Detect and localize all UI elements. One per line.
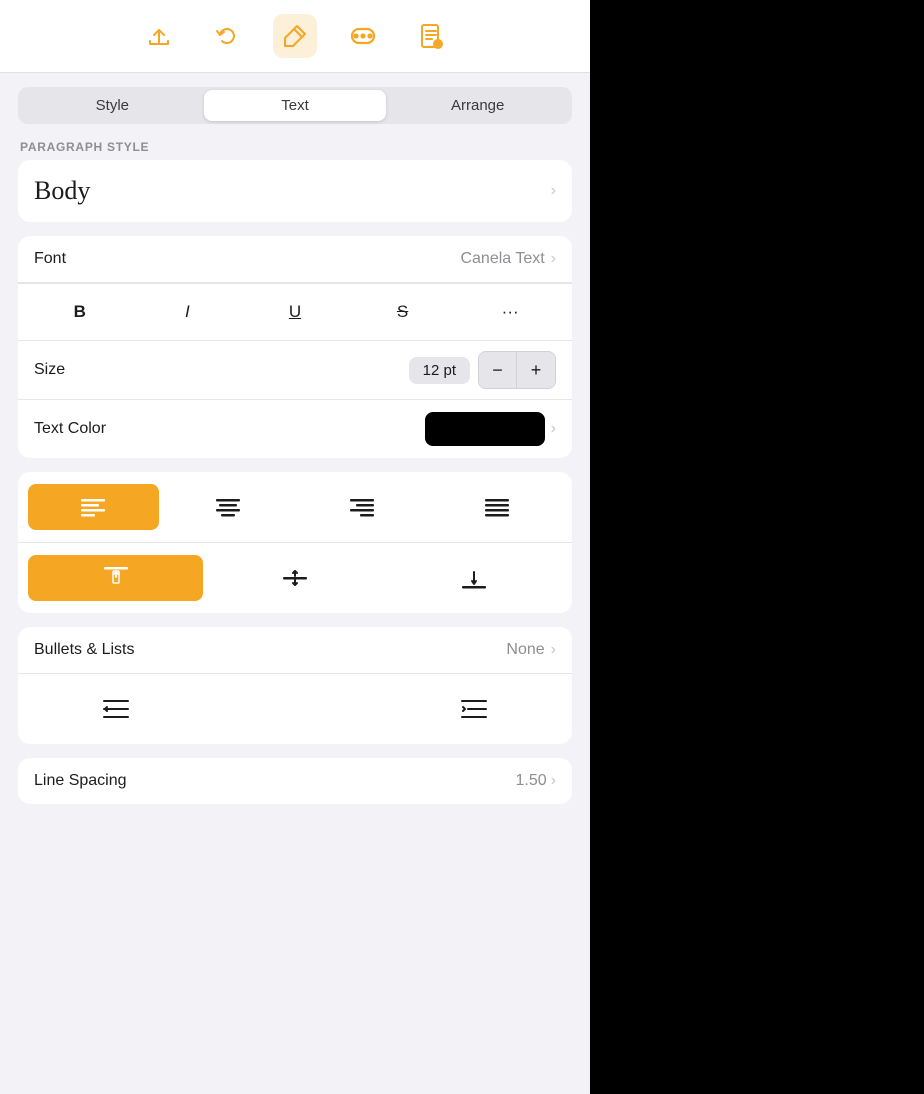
text-color-swatch[interactable] [425,412,545,446]
line-spacing-value: 1.50 [516,772,547,790]
right-panel [590,0,924,1094]
size-decrement[interactable]: − [479,352,517,388]
valign-middle-button[interactable] [207,555,382,601]
tab-arrange[interactable]: Arrange [386,90,569,121]
size-value: 12 pt [409,357,470,384]
text-color-row[interactable]: Text Color › [18,400,572,458]
size-row: Size 12 pt − + [18,341,572,400]
horizontal-alignment-row [18,472,572,543]
indent-spacer [205,686,384,732]
line-spacing-chevron: › [551,772,556,790]
bullets-chevron: › [551,641,556,659]
strikethrough-button[interactable]: S [383,294,423,330]
more-icon[interactable] [341,14,385,58]
font-value: Canela Text [460,250,544,268]
increase-indent-button[interactable] [385,686,564,732]
font-chevron: › [551,250,556,268]
line-spacing-card: Line Spacing 1.50 › [18,758,572,804]
text-color-label: Text Color [34,420,425,438]
bullets-value: None [506,641,544,659]
align-left-button[interactable] [28,484,159,530]
paragraph-style-row[interactable]: Body › [18,160,572,222]
font-row[interactable]: Font Canela Text › [18,236,572,283]
share-icon[interactable] [137,14,181,58]
size-label: Size [34,361,409,379]
underline-button[interactable]: U [275,294,315,330]
align-right-button[interactable] [297,484,428,530]
format-icon[interactable] [273,14,317,58]
bold-button[interactable]: B [60,294,100,330]
size-stepper: − + [478,351,556,389]
size-increment[interactable]: + [517,352,555,388]
format-buttons-row: B I U S ··· [18,283,572,341]
font-card: Font Canela Text › B I U S ··· Size 12 p… [18,236,572,458]
font-label: Font [34,250,460,268]
toolbar [0,0,590,73]
paragraph-style-chevron: › [551,182,556,200]
line-spacing-label: Line Spacing [34,772,516,790]
paragraph-style-label: PARAGRAPH STYLE [0,124,590,160]
more-format-button[interactable]: ··· [490,294,530,330]
align-center-button[interactable] [163,484,294,530]
text-color-chevron: › [551,420,556,438]
vertical-alignment-row [18,543,572,613]
bullets-label: Bullets & Lists [34,641,506,659]
decrease-indent-button[interactable] [26,686,205,732]
paragraph-style-value: Body [34,176,551,206]
bullets-card: Bullets & Lists None › [18,627,572,744]
tab-bar: Style Text Arrange [18,87,572,124]
tab-style[interactable]: Style [21,90,204,121]
align-justify-button[interactable] [432,484,563,530]
valign-bottom-button[interactable] [387,555,562,601]
valign-top-button[interactable] [28,555,203,601]
italic-button[interactable]: I [167,294,207,330]
indent-row [18,674,572,744]
paragraph-style-card: Body › [18,160,572,222]
undo-icon[interactable] [205,14,249,58]
alignment-card [18,472,572,613]
tab-text[interactable]: Text [204,90,387,121]
bullets-row[interactable]: Bullets & Lists None › [18,627,572,673]
document-icon[interactable] [409,14,453,58]
line-spacing-row[interactable]: Line Spacing 1.50 › [18,758,572,804]
